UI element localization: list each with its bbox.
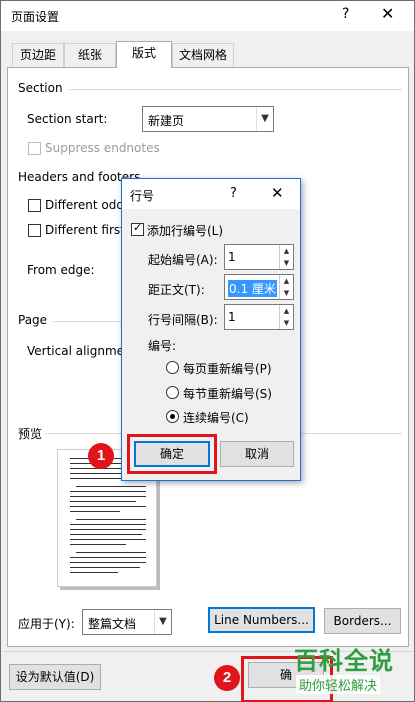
spinner-buttons[interactable]: ▲ ▼ <box>279 245 293 269</box>
start-at-value: 1 <box>228 250 236 264</box>
from-edge-label: From edge: <box>27 263 95 277</box>
page-setup-dialog: 页面设置 ? ✕ 页边距 纸张 版式 文档网格 Section Section … <box>0 0 415 702</box>
section-start-value: 新建页 <box>148 114 185 128</box>
chevron-down-icon: ▼ <box>154 610 171 634</box>
down-arrow-icon[interactable]: ▼ <box>280 287 293 299</box>
highlight-ok-box <box>127 434 217 474</box>
tab-strip: 页边距 纸张 版式 文档网格 <box>7 41 407 68</box>
different-first-checkbox[interactable] <box>28 224 41 237</box>
title-bar: 页面设置 ? ✕ <box>1 1 414 31</box>
suppress-endnotes-checkbox[interactable] <box>28 142 41 155</box>
divider <box>53 321 121 322</box>
watermark-title: 百科全说 <box>294 647 394 675</box>
borders-button[interactable]: Borders... <box>324 608 401 634</box>
start-at-spinner[interactable]: 1 ▲ ▼ <box>224 244 294 270</box>
restart-each-page-radio[interactable] <box>166 361 179 374</box>
apply-to-value: 整篇文档 <box>88 617 137 631</box>
line-numbers-title-bar: 行号 ? ✕ <box>122 179 300 209</box>
watermark-subtitle: 助你轻松解决 <box>296 675 381 694</box>
from-text-value: 0.1 厘米 <box>228 280 277 297</box>
from-text-spinner[interactable]: 0.1 厘米 ▲ ▼ <box>224 274 294 300</box>
section-start-label: Section start: <box>27 112 108 126</box>
start-at-label: 起始编号(A): <box>148 253 218 267</box>
up-arrow-icon[interactable]: ▲ <box>280 305 293 317</box>
different-odd-label: Different odd <box>45 198 124 212</box>
dialog-cancel-button[interactable]: 取消 <box>220 441 294 467</box>
spinner-buttons[interactable]: ▲ ▼ <box>279 275 293 299</box>
add-line-numbers-checkbox[interactable] <box>131 221 144 236</box>
count-by-value: 1 <box>228 310 236 324</box>
down-arrow-icon[interactable]: ▼ <box>280 317 293 329</box>
close-icon[interactable]: ✕ <box>271 184 284 202</box>
apply-to-label: 应用于(Y): <box>18 617 75 631</box>
restart-each-page-label: 每页重新编号(P) <box>183 362 272 376</box>
spinner-buttons[interactable]: ▲ ▼ <box>279 305 293 329</box>
numbering-label: 编号: <box>148 339 177 353</box>
restart-each-section-radio[interactable] <box>166 386 179 399</box>
divider <box>301 433 402 434</box>
count-by-spinner[interactable]: 1 ▲ ▼ <box>224 304 294 330</box>
up-arrow-icon[interactable]: ▲ <box>280 275 293 287</box>
step-badge-1: 1 <box>88 443 114 469</box>
preview-heading: 预览 <box>18 427 43 441</box>
line-numbers-title: 行号 <box>130 189 155 203</box>
help-button[interactable]: ? <box>342 6 349 22</box>
continuous-label: 连续编号(C) <box>183 411 249 425</box>
different-first-label: Different first <box>45 223 125 237</box>
section-start-select[interactable]: 新建页 ▼ <box>142 106 274 132</box>
suppress-endnotes-label: Suppress endnotes <box>45 141 160 155</box>
up-arrow-icon[interactable]: ▲ <box>280 245 293 257</box>
tab-document-grid[interactable]: 文档网格 <box>172 43 234 67</box>
section-heading: Section <box>18 81 63 95</box>
window-title: 页面设置 <box>11 10 60 24</box>
restart-each-section-label: 每节重新编号(S) <box>183 387 272 401</box>
add-line-numbers-label: 添加行编号(L) <box>147 224 224 238</box>
chevron-down-icon: ▼ <box>256 107 273 131</box>
close-icon[interactable]: ✕ <box>381 4 394 23</box>
step-badge-2: 2 <box>214 665 240 691</box>
page-heading: Page <box>18 313 48 327</box>
set-default-button[interactable]: 设为默认值(D) <box>9 664 101 690</box>
count-by-label: 行号间隔(B): <box>148 313 218 327</box>
tab-layout[interactable]: 版式 <box>116 41 172 68</box>
line-numbers-button[interactable]: Line Numbers... <box>208 607 315 633</box>
vertical-alignment-label: Vertical alignmer <box>27 344 129 358</box>
help-button[interactable]: ? <box>230 186 237 201</box>
apply-to-select[interactable]: 整篇文档 ▼ <box>82 609 172 635</box>
tab-paper[interactable]: 纸张 <box>64 43 116 67</box>
continuous-radio[interactable] <box>166 410 179 423</box>
tab-margins[interactable]: 页边距 <box>12 43 64 67</box>
watermark-logo: 百科全说 助你轻松解决 <box>286 641 406 701</box>
different-odd-checkbox[interactable] <box>28 199 41 212</box>
down-arrow-icon[interactable]: ▼ <box>280 257 293 269</box>
from-text-label: 距正文(T): <box>148 283 205 297</box>
divider <box>45 433 121 434</box>
divider <box>69 89 402 90</box>
